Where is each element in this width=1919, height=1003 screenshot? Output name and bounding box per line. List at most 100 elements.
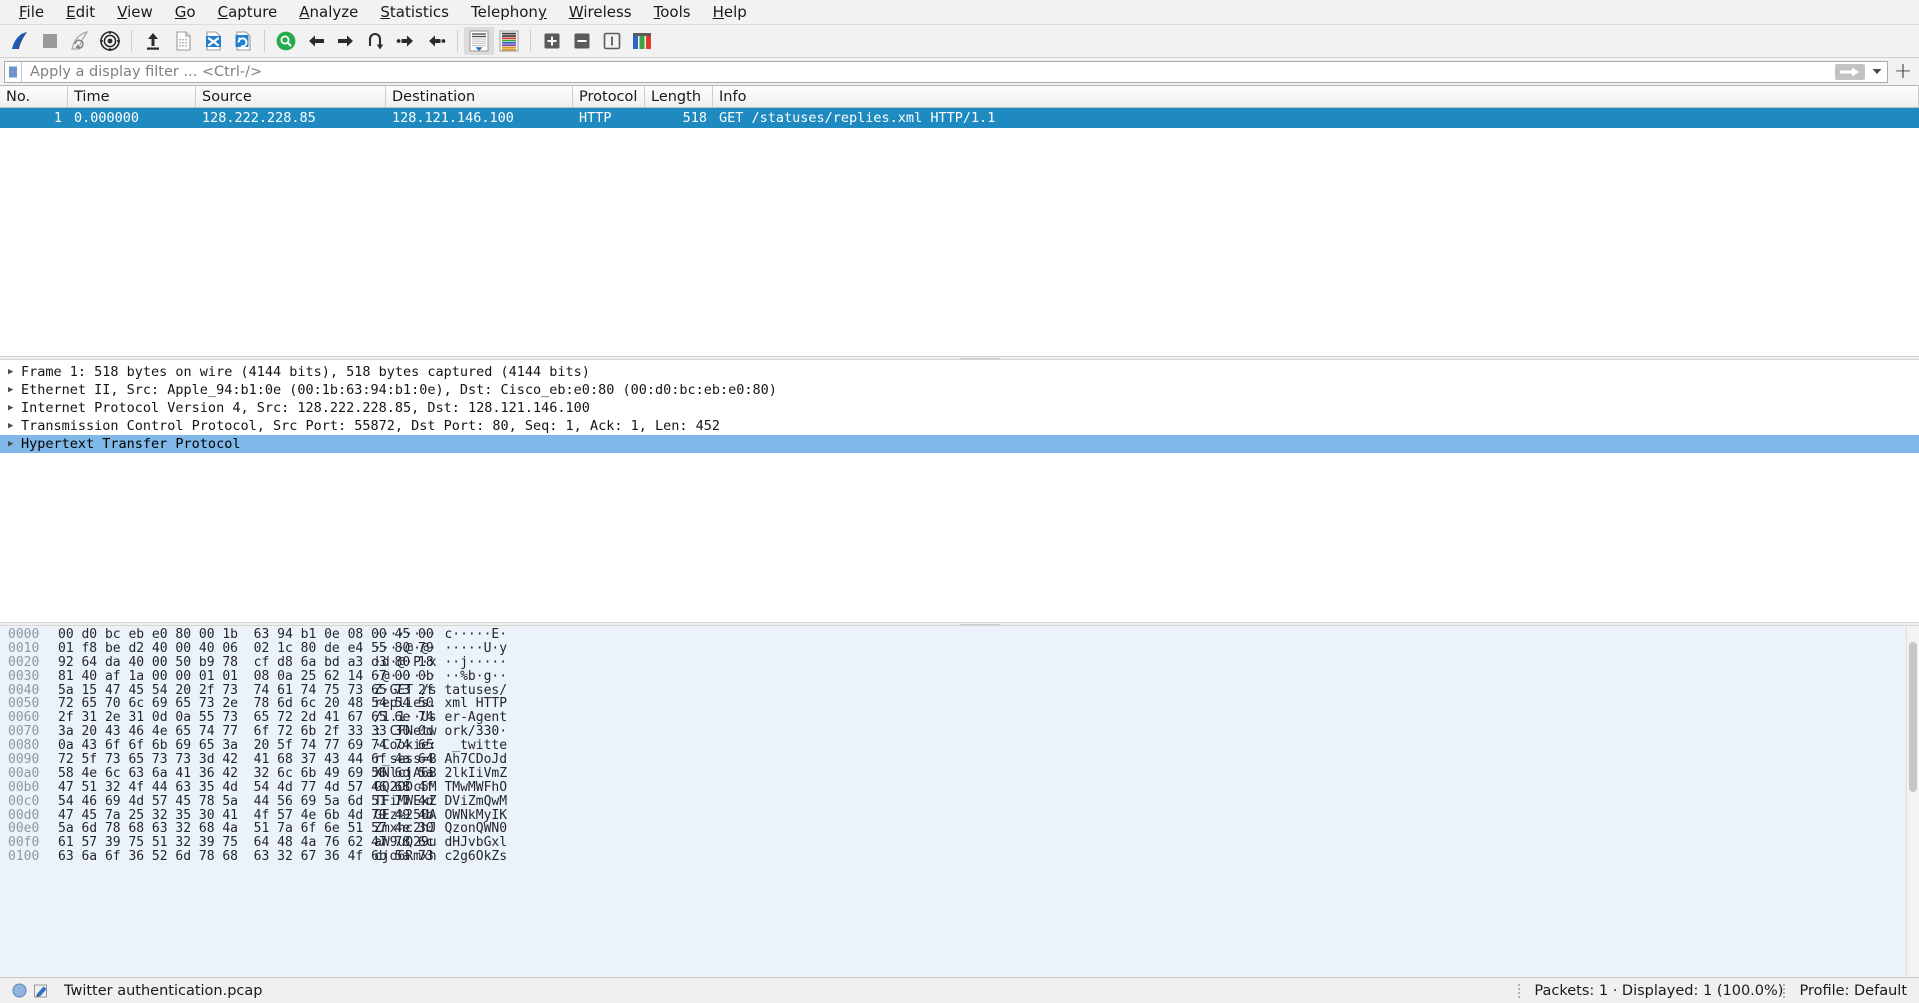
menu-edit[interactable]: Edit xyxy=(55,1,106,23)
menu-tools[interactable]: Tools xyxy=(643,1,702,23)
column-header-time[interactable]: Time xyxy=(68,86,196,107)
close-file-icon[interactable] xyxy=(198,27,228,55)
hex-dump-row[interactable]: 0050 72 65 70 6c 69 65 73 2e 78 6d 6c 20 … xyxy=(0,697,1919,711)
table-row[interactable]: 1 0.000000 128.222.228.85 128.121.146.10… xyxy=(0,108,1919,128)
go-to-last-icon[interactable] xyxy=(421,27,451,55)
go-back-icon[interactable] xyxy=(301,27,331,55)
column-header-destination[interactable]: Destination xyxy=(386,86,573,107)
menu-help[interactable]: Help xyxy=(702,1,758,23)
column-header-source[interactable]: Source xyxy=(196,86,386,107)
expand-triangle-icon[interactable]: ▶ xyxy=(8,367,21,377)
hex-offset: 0090 xyxy=(8,752,40,768)
status-separator xyxy=(1518,983,1521,998)
detail-row-ipv4[interactable]: ▶ Internet Protocol Version 4, Src: 128.… xyxy=(0,399,1919,417)
normal-size-icon[interactable] xyxy=(597,27,627,55)
hex-dump-row[interactable]: 0020 92 64 da 40 00 50 b9 78 cf d8 6a bd … xyxy=(0,655,1919,670)
hex-bytes: 61 57 39 75 51 32 39 75 64 48 4a 76 62 4… xyxy=(58,835,434,851)
zoom-out-icon[interactable] xyxy=(567,27,597,55)
hex-dump-row[interactable]: 00c0 54 46 69 4d 57 45 78 5a 44 56 69 5a … xyxy=(0,794,1919,809)
packet-list-pane: No. Time Source Destination Protocol Len… xyxy=(0,86,1919,356)
detail-row-label: Ethernet II, Src: Apple_94:b1:0e (00:1b:… xyxy=(21,382,777,398)
capture-comment-icon[interactable] xyxy=(30,983,52,999)
open-file-icon[interactable] xyxy=(138,27,168,55)
hex-bytes: 81 40 af 1a 00 00 01 01 08 0a 25 62 14 6… xyxy=(58,668,434,684)
hex-dump-row[interactable]: 0090 72 5f 73 65 73 73 3d 42 41 68 37 43 … xyxy=(0,753,1919,767)
menu-wireless[interactable]: Wireless xyxy=(558,1,643,23)
reload-file-icon[interactable] xyxy=(228,27,258,55)
bookmark-icon[interactable] xyxy=(5,61,22,82)
capture-options-icon[interactable] xyxy=(95,27,125,55)
column-header-length[interactable]: Length xyxy=(645,86,713,107)
hex-ascii: Zmxhc2hJ QzonQWN0 xyxy=(374,821,508,837)
hex-offset: 0030 xyxy=(8,668,40,684)
zoom-in-icon[interactable] xyxy=(537,27,567,55)
apply-filter-arrow-icon[interactable] xyxy=(1835,63,1865,80)
detail-row-frame[interactable]: ▶ Frame 1: 518 bytes on wire (4144 bits)… xyxy=(0,363,1919,381)
hex-bytes: 72 5f 73 65 73 73 3d 42 41 68 37 43 44 6… xyxy=(58,752,434,768)
hex-ascii: replies. xml HTTP xyxy=(374,696,508,712)
expand-triangle-icon[interactable]: ▶ xyxy=(8,421,21,431)
hex-bytes: 00 d0 bc eb e0 80 00 1b 63 94 b1 0e 08 0… xyxy=(58,627,434,642)
menu-telephony[interactable]: Telephony xyxy=(460,1,558,23)
packet-list-splitter[interactable] xyxy=(0,356,1919,360)
detail-row-ethernet[interactable]: ▶ Ethernet II, Src: Apple_94:b1:0e (00:1… xyxy=(0,381,1919,399)
detail-row-tcp[interactable]: ▶ Transmission Control Protocol, Src Por… xyxy=(0,417,1919,435)
hex-dump-row[interactable]: 0060 2f 31 2e 31 0d 0a 55 73 65 72 2d 41 … xyxy=(0,711,1919,725)
restart-capture-icon[interactable] xyxy=(65,27,95,55)
menu-view[interactable]: View xyxy=(106,1,164,23)
profile-label[interactable]: Profile: Default xyxy=(1799,983,1919,999)
start-capture-icon[interactable] xyxy=(5,27,35,55)
hex-dump-row[interactable]: 00d0 47 45 7a 25 32 35 30 41 4f 57 4e 6b … xyxy=(0,808,1919,823)
column-header-info[interactable]: Info xyxy=(713,86,1919,107)
hex-offset: 0080 xyxy=(8,738,40,754)
detail-row-http[interactable]: ▶ Hypertext Transfer Protocol xyxy=(0,435,1919,453)
go-to-packet-icon[interactable] xyxy=(361,27,391,55)
hex-scrollbar[interactable] xyxy=(1906,626,1919,977)
display-filter-input[interactable]: Apply a display filter ... <Ctrl-/> xyxy=(4,60,1888,83)
hex-dump-row[interactable]: 00e0 5a 6d 78 68 63 32 68 4a 51 7a 6f 6e … xyxy=(0,822,1919,836)
save-file-icon[interactable] xyxy=(168,27,198,55)
hex-dump-row[interactable]: 0000 00 d0 bc eb e0 80 00 1b 63 94 b1 0e … xyxy=(0,628,1919,642)
go-forward-icon[interactable] xyxy=(331,27,361,55)
display-filter-bar: Apply a display filter ... <Ctrl-/> + xyxy=(0,58,1919,86)
expand-triangle-icon[interactable]: ▶ xyxy=(8,439,21,449)
capture-status-circle-icon[interactable] xyxy=(8,983,30,998)
go-to-first-icon[interactable] xyxy=(391,27,421,55)
column-header-no[interactable]: No. xyxy=(0,86,68,107)
hex-dump-row[interactable]: 0080 0a 43 6f 6f 6b 69 65 3a 20 5f 74 77 … xyxy=(0,739,1919,753)
menu-statistics[interactable]: Statistics xyxy=(369,1,460,23)
expand-triangle-icon[interactable]: ▶ xyxy=(8,403,21,413)
auto-scroll-icon[interactable] xyxy=(464,27,494,55)
hex-dump-row[interactable]: 00f0 61 57 39 75 51 32 39 75 64 48 4a 76 … xyxy=(0,836,1919,850)
hex-dump-row[interactable]: 0040 5a 15 47 45 54 20 2f 73 74 61 74 75 … xyxy=(0,683,1919,698)
find-packet-icon[interactable] xyxy=(271,27,301,55)
hex-dump-row[interactable]: 0010 01 f8 be d2 40 00 40 06 02 1c 80 de … xyxy=(0,641,1919,656)
menu-capture[interactable]: Capture xyxy=(207,1,289,23)
hex-dump-row[interactable]: 0070 3a 20 43 46 4e 65 74 77 6f 72 6b 2f … xyxy=(0,725,1919,739)
hex-ascii: ········ c·····E· xyxy=(374,627,508,642)
menu-analyze[interactable]: Analyze xyxy=(288,1,369,23)
expand-triangle-icon[interactable]: ▶ xyxy=(8,385,21,395)
hex-dump-row[interactable]: 0030 81 40 af 1a 00 00 01 01 08 0a 25 62 … xyxy=(0,668,1919,684)
hex-dump-rows[interactable]: 0000 00 d0 bc eb e0 80 00 1b 63 94 b1 0e … xyxy=(0,626,1919,977)
main-toolbar xyxy=(0,25,1919,58)
resize-columns-icon[interactable] xyxy=(627,27,657,55)
colorize-icon[interactable] xyxy=(494,27,524,55)
stop-capture-icon[interactable] xyxy=(35,27,65,55)
menu-go[interactable]: Go xyxy=(164,1,207,23)
hex-ascii: GQ2ODc5M TMwMWFhO xyxy=(374,779,508,795)
hex-dump-row[interactable]: 00a0 58 4e 6c 63 6a 41 36 42 32 6c 6b 49 … xyxy=(0,767,1919,781)
hex-bytes: 3a 20 43 46 4e 65 74 77 6f 72 6b 2f 33 3… xyxy=(58,724,434,740)
status-separator xyxy=(1783,983,1786,998)
hex-ascii: XNlcjA6B 2lkIiVmZ xyxy=(374,765,508,781)
cell-info: GET /statuses/replies.xml HTTP/1.1 xyxy=(719,110,996,126)
hex-dump-row[interactable]: 0100 63 6a 6f 36 52 6d 78 68 63 32 67 36 … xyxy=(0,850,1919,864)
hex-scrollbar-thumb[interactable] xyxy=(1909,642,1917,792)
column-header-protocol[interactable]: Protocol xyxy=(573,86,645,107)
detail-row-label: Transmission Control Protocol, Src Port:… xyxy=(21,418,720,434)
hex-dump-row[interactable]: 00b0 47 51 32 4f 44 63 35 4d 54 4d 77 4d … xyxy=(0,779,1919,795)
chevron-down-icon[interactable] xyxy=(1869,62,1885,82)
cell-protocol: HTTP xyxy=(579,110,612,126)
menu-file[interactable]: File xyxy=(8,1,55,23)
add-filter-button-icon[interactable]: + xyxy=(1891,59,1915,84)
